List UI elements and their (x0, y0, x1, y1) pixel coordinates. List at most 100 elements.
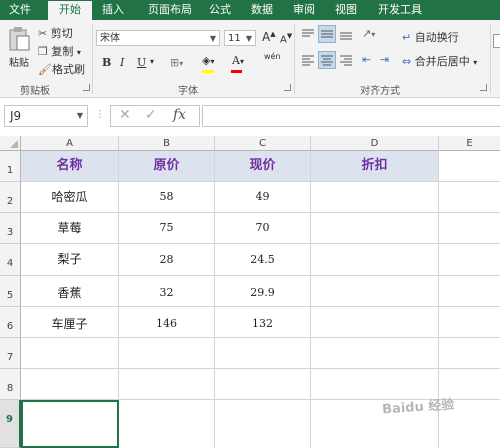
cell-c6[interactable]: 132 (215, 307, 311, 338)
cell-d4[interactable] (311, 244, 439, 276)
column-header-e[interactable]: E (439, 136, 500, 151)
cell-c9[interactable] (215, 400, 311, 448)
row-header-5[interactable]: 5 (0, 276, 21, 307)
cell-a6[interactable]: 车厘子 (21, 307, 119, 338)
cell-b9[interactable] (119, 400, 215, 448)
cell-b7[interactable] (119, 338, 215, 369)
column-header-a[interactable]: A (21, 136, 119, 151)
cell-e5[interactable] (439, 276, 500, 307)
orientation-button[interactable]: ↗▾ (362, 27, 375, 40)
cell-c7[interactable] (215, 338, 311, 369)
align-middle-button[interactable] (318, 25, 336, 43)
font-name-select[interactable]: 宋体 ▼ (96, 30, 220, 46)
cell-a2[interactable]: 哈密瓜 (21, 182, 119, 213)
tab-view[interactable]: 视图 (330, 0, 362, 20)
cell-e2[interactable] (439, 182, 500, 213)
align-center-button[interactable] (318, 51, 336, 69)
cell-d3[interactable] (311, 213, 439, 244)
underline-button[interactable]: U (137, 56, 146, 69)
cell-c1[interactable]: 现价 (215, 151, 311, 182)
cell-c3[interactable]: 70 (215, 213, 311, 244)
tab-file[interactable]: 文件 (0, 0, 40, 20)
cell-c5[interactable]: 29.9 (215, 276, 311, 307)
cell-c8[interactable] (215, 369, 311, 400)
border-button[interactable]: ⊞▾ (170, 56, 183, 69)
align-bottom-button[interactable] (338, 26, 354, 42)
increase-indent-button[interactable]: ⇥ (380, 53, 389, 66)
phonetic-button[interactable]: wén (264, 52, 281, 61)
row-header-1[interactable]: 1 (0, 151, 21, 182)
row-header-7[interactable]: 7 (0, 338, 21, 369)
column-header-b[interactable]: B (119, 136, 215, 151)
font-dialog-launcher[interactable] (284, 84, 291, 91)
wrap-text-button[interactable]: ↵ 自动换行 (402, 29, 459, 45)
cell-d2[interactable] (311, 182, 439, 213)
row-header-8[interactable]: 8 (0, 369, 21, 400)
tab-formulas[interactable]: 公式 (204, 0, 236, 20)
font-color-button[interactable]: A▾ (232, 54, 244, 67)
row-header-6[interactable]: 6 (0, 307, 21, 338)
cancel-icon[interactable]: ✕ (119, 107, 131, 123)
cell-b3[interactable]: 75 (119, 213, 215, 244)
column-header-c[interactable]: C (215, 136, 311, 151)
cell-b6[interactable]: 146 (119, 307, 215, 338)
font-size-select[interactable]: 11 ▼ (224, 30, 256, 46)
cell-c2[interactable]: 49 (215, 182, 311, 213)
tab-page-layout[interactable]: 页面布局 (140, 0, 200, 20)
cell-b5[interactable]: 32 (119, 276, 215, 307)
cell-b4[interactable]: 28 (119, 244, 215, 276)
format-painter-button[interactable]: 🖌格式刷 (38, 61, 85, 77)
cell-e1[interactable] (439, 151, 500, 182)
row-header-9[interactable]: 9 (0, 400, 21, 448)
align-top-button[interactable] (300, 26, 316, 42)
number-format-combo[interactable] (493, 34, 500, 48)
cell-c4[interactable]: 24.5 (215, 244, 311, 276)
underline-dropdown[interactable]: ▾ (150, 57, 154, 66)
column-header-d[interactable]: D (311, 136, 439, 151)
bold-button[interactable]: B (102, 56, 111, 69)
cell-d6[interactable] (311, 307, 439, 338)
cell-a4[interactable]: 梨子 (21, 244, 119, 276)
cell-e4[interactable] (439, 244, 500, 276)
tab-insert[interactable]: 插入 (96, 0, 130, 20)
cell-e6[interactable] (439, 307, 500, 338)
tab-home[interactable]: 开始 (48, 1, 92, 21)
cell-e7[interactable] (439, 338, 500, 369)
row-header-4[interactable]: 4 (0, 244, 21, 276)
cell-b1[interactable]: 原价 (119, 151, 215, 182)
shrink-font-button[interactable]: A▼ (280, 32, 292, 45)
formula-input[interactable] (202, 105, 500, 127)
cell-a7[interactable] (21, 338, 119, 369)
enter-icon[interactable]: ✓ (145, 107, 157, 123)
cut-button[interactable]: ✂ 剪切 (38, 25, 73, 41)
fill-color-button[interactable]: ◈▾ (202, 54, 214, 67)
row-header-3[interactable]: 3 (0, 213, 21, 244)
decrease-indent-button[interactable]: ⇤ (362, 53, 371, 66)
cell-b2[interactable]: 58 (119, 182, 215, 213)
grow-font-button[interactable]: A▲ (262, 30, 276, 44)
tab-developer[interactable]: 开发工具 (372, 0, 428, 20)
name-box[interactable]: J9 ▼ (4, 105, 88, 127)
cell-a1[interactable]: 名称 (21, 151, 119, 182)
copy-button[interactable]: ❐ 复制 ▾ (38, 43, 81, 59)
cell-a3[interactable]: 草莓 (21, 213, 119, 244)
cell-a8[interactable] (21, 369, 119, 400)
cell-b8[interactable] (119, 369, 215, 400)
select-all-button[interactable] (0, 136, 21, 151)
clipboard-dialog-launcher[interactable] (83, 84, 90, 91)
alignment-dialog-launcher[interactable] (480, 84, 487, 91)
insert-function-icon[interactable]: fx (173, 107, 186, 123)
italic-button[interactable]: I (120, 56, 124, 69)
paste-button[interactable] (6, 26, 32, 52)
tab-data[interactable]: 数据 (246, 0, 278, 20)
row-header-2[interactable]: 2 (0, 182, 21, 213)
cell-d5[interactable] (311, 276, 439, 307)
merge-center-button[interactable]: ⇔ 合并后居中 ▾ (402, 53, 477, 69)
cell-a5[interactable]: 香蕉 (21, 276, 119, 307)
cell-d7[interactable] (311, 338, 439, 369)
tab-review[interactable]: 审阅 (288, 0, 320, 20)
resize-dots-icon[interactable]: ⋮ (95, 109, 105, 120)
align-left-button[interactable] (300, 52, 316, 68)
cell-d1[interactable]: 折扣 (311, 151, 439, 182)
align-right-button[interactable] (338, 52, 354, 68)
